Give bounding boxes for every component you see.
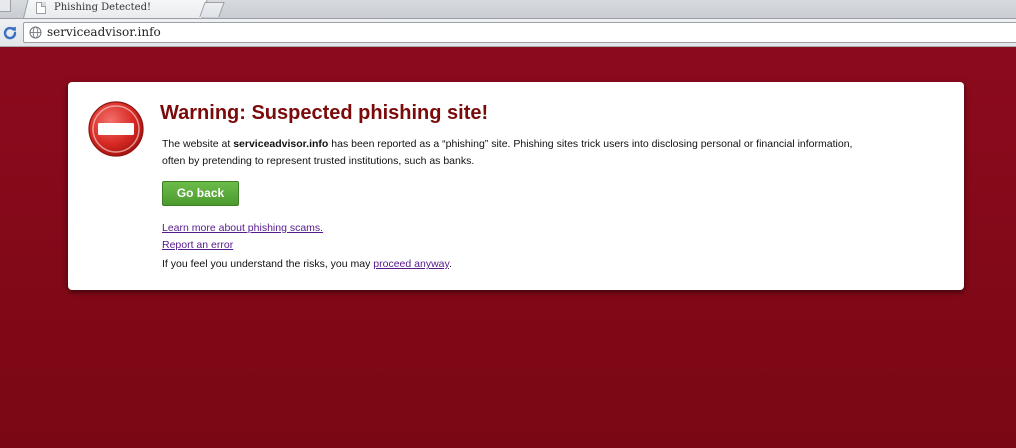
tab-phishing-detected[interactable]: Phishing Detected! ×: [30, 0, 216, 18]
site-name: serviceadvisor.info: [233, 138, 329, 150]
address-bar[interactable]: serviceadvisor.info: [23, 22, 1016, 43]
proceed-text: If you feel you understand the risks, yo…: [162, 258, 452, 270]
warning-description: The website at serviceadvisor.info has b…: [162, 136, 862, 170]
warning-card: Warning: Suspected phishing site! The we…: [68, 82, 964, 290]
report-error-link[interactable]: Report an error: [162, 239, 233, 251]
reload-icon[interactable]: [2, 25, 18, 41]
proceed-prefix: If you feel you understand the risks, yo…: [162, 258, 374, 270]
page-icon: [36, 2, 46, 14]
new-tab-button[interactable]: [199, 2, 225, 17]
window-menu-button[interactable]: [0, 0, 11, 12]
tab-strip: Phishing Detected! ×: [0, 0, 1016, 19]
learn-more-link[interactable]: Learn more about phishing scams.: [162, 222, 323, 234]
stop-sign-icon: [87, 100, 145, 158]
proceed-suffix: .: [448, 258, 452, 270]
go-back-button[interactable]: Go back: [162, 181, 239, 206]
browser-toolbar: serviceadvisor.info: [0, 19, 1016, 47]
url-text[interactable]: serviceadvisor.info: [47, 25, 161, 39]
page-title: Warning: Suspected phishing site!: [160, 102, 489, 124]
globe-icon: [29, 26, 42, 39]
page-background: Warning: Suspected phishing site! The we…: [0, 47, 1016, 448]
proceed-anyway-link[interactable]: proceed anyway: [373, 258, 449, 270]
tab-title: Phishing Detected!: [54, 2, 151, 13]
desc-prefix: The website at: [162, 138, 234, 150]
